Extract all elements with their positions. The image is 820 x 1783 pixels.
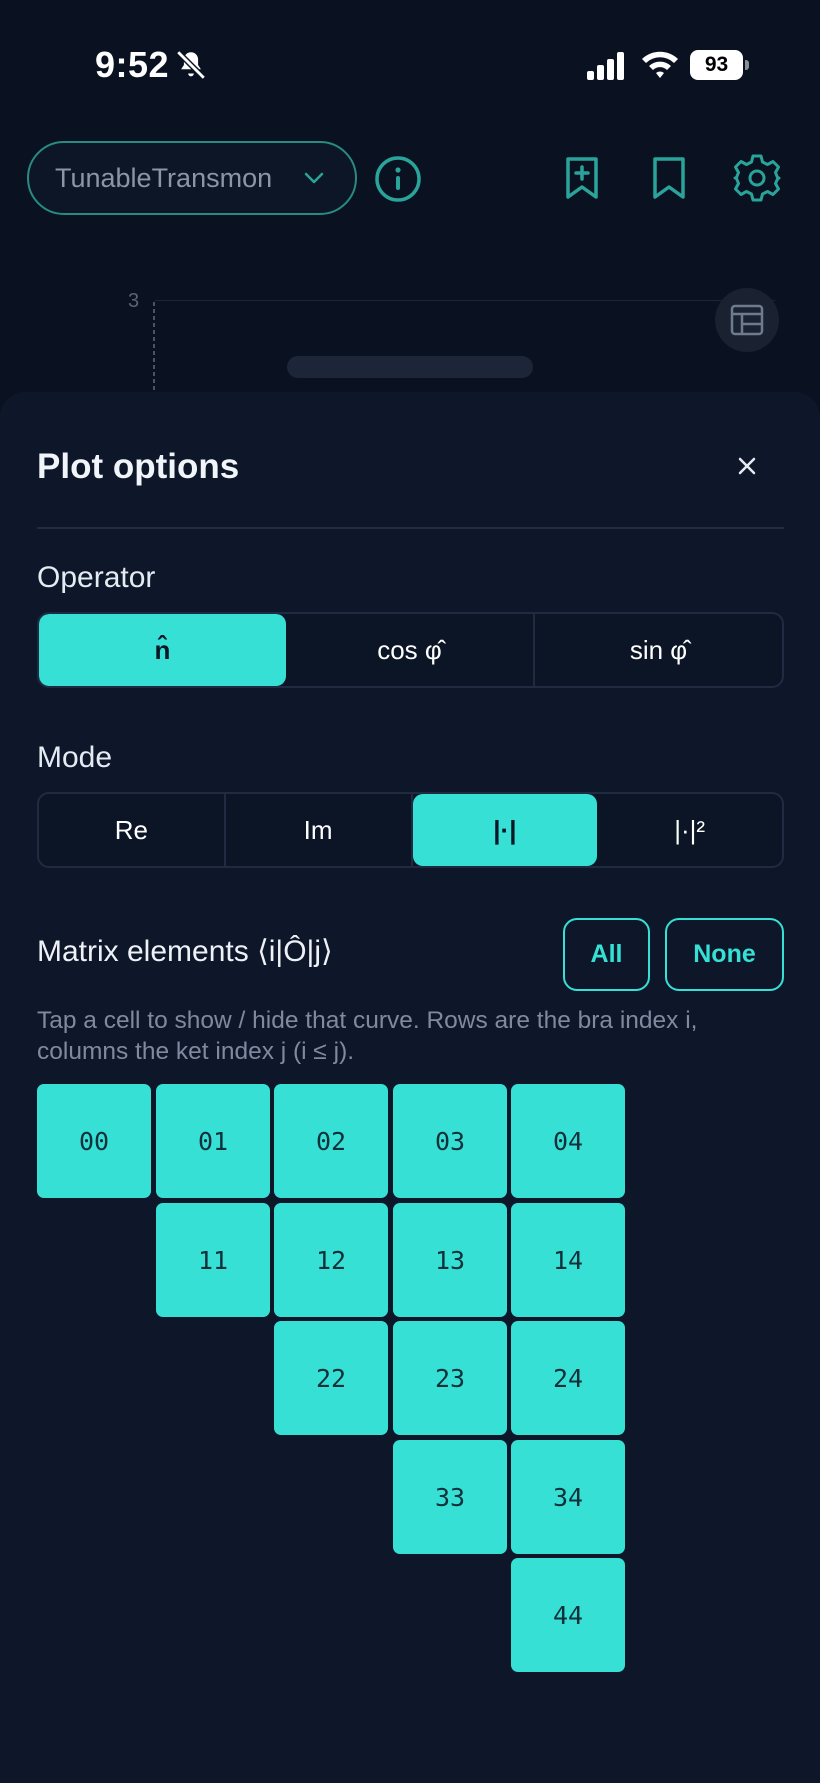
- matrix-help-text: Tap a cell to show / hide that curve. Ro…: [37, 1007, 698, 1065]
- operator-option-cos-phi[interactable]: cos φ̂: [286, 614, 535, 686]
- plot-y-tick: 3: [128, 290, 140, 312]
- operator-label: Operator: [37, 561, 156, 594]
- matrix-elements-title: Matrix elements ⟨i|Ô|j⟩: [37, 935, 333, 968]
- mode-segmented-control: Re Im |·| |·|²: [37, 792, 784, 868]
- matrix-cell-03[interactable]: 03: [393, 1084, 507, 1198]
- plot-frame: [155, 300, 775, 400]
- mode-label: Mode: [37, 741, 113, 774]
- table-icon: [730, 304, 764, 336]
- matrix-cell-14[interactable]: 14: [511, 1203, 625, 1317]
- operator-option-sin-phi[interactable]: sin φ̂: [535, 614, 782, 686]
- gear-icon[interactable]: [731, 152, 783, 204]
- operator-segmented-control: n̂ cos φ̂ sin φ̂: [37, 612, 784, 688]
- matrix-cell-00[interactable]: 00: [37, 1084, 151, 1198]
- close-icon[interactable]: [732, 451, 762, 481]
- matrix-cell-01[interactable]: 01: [156, 1084, 270, 1198]
- mode-option-re[interactable]: Re: [39, 794, 226, 866]
- table-button[interactable]: [715, 288, 779, 352]
- select-none-button[interactable]: None: [665, 918, 784, 991]
- matrix-cell-34[interactable]: 34: [511, 1440, 625, 1554]
- sheet-title: Plot options: [37, 447, 240, 486]
- cellular-signal-icon: [587, 52, 624, 80]
- mode-option-abs[interactable]: |·|: [412, 794, 598, 866]
- matrix-cell-44[interactable]: 44: [511, 1558, 625, 1672]
- matrix-cell-11[interactable]: 11: [156, 1203, 270, 1317]
- chevron-down-icon: [304, 172, 324, 184]
- matrix-cell-02[interactable]: 02: [274, 1084, 388, 1198]
- mode-option-abs-squared[interactable]: |·|²: [597, 794, 782, 866]
- device-select[interactable]: TunableTransmon: [27, 141, 357, 215]
- status-time: 9:52: [95, 44, 170, 85]
- plot-scrubber: [287, 356, 533, 378]
- bell-slash-icon: [176, 50, 206, 80]
- matrix-cell-12[interactable]: 12: [274, 1203, 388, 1317]
- matrix-cell-22[interactable]: 22: [274, 1321, 388, 1435]
- matrix-cell-33[interactable]: 33: [393, 1440, 507, 1554]
- info-icon[interactable]: [374, 155, 422, 203]
- battery-level: 93: [690, 50, 743, 80]
- operator-option-n[interactable]: n̂: [39, 614, 286, 686]
- matrix-cell-24[interactable]: 24: [511, 1321, 625, 1435]
- select-all-button[interactable]: All: [563, 918, 650, 991]
- matrix-cell-04[interactable]: 04: [511, 1084, 625, 1198]
- battery-tip: [745, 60, 749, 70]
- matrix-cell-23[interactable]: 23: [393, 1321, 507, 1435]
- app-screen: 9:52 93 TunableTransmon 3 Plot options O…: [0, 0, 820, 1783]
- bookmark-add-icon[interactable]: [556, 152, 608, 204]
- wifi-icon: [642, 51, 678, 78]
- battery-icon: 93: [690, 50, 749, 80]
- sheet-divider: [37, 527, 784, 529]
- status-bar: 9:52 93: [0, 0, 820, 130]
- bookmark-icon[interactable]: [643, 152, 695, 204]
- mode-option-im[interactable]: Im: [226, 794, 413, 866]
- matrix-cell-13[interactable]: 13: [393, 1203, 507, 1317]
- device-select-value: TunableTransmon: [55, 162, 273, 193]
